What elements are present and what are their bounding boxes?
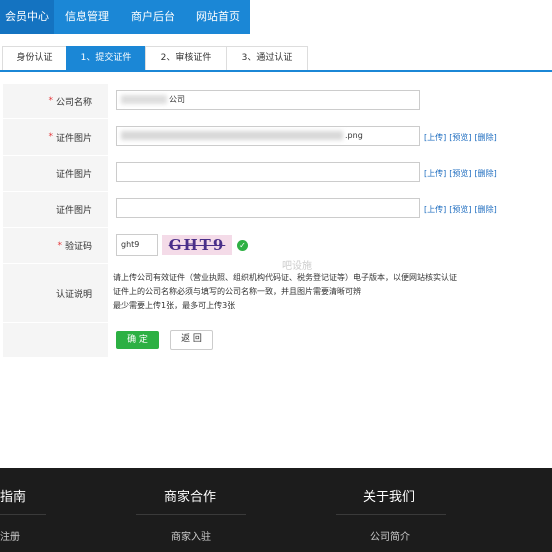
company-name-input[interactable]: 公司: [116, 90, 420, 110]
nav-member-center[interactable]: 会员中心: [0, 0, 54, 34]
cert-image-actions-3: [上传] [预览] [删除]: [424, 204, 500, 215]
nav-website-home[interactable]: 网站首页: [186, 0, 250, 34]
delete-link[interactable]: [删除]: [475, 169, 497, 178]
footer-divider: [0, 514, 46, 515]
footer-col-about-title: 关于我们: [363, 490, 416, 505]
company-name-label: * 公司名称: [3, 84, 108, 118]
required-mark: *: [48, 132, 53, 142]
upload-link[interactable]: [上传]: [424, 205, 446, 214]
description-line: 证件上的公司名称必须与填写的公司名称一致，并且图片需要清晰可辨: [113, 287, 361, 296]
nav-info-management[interactable]: 信息管理: [54, 0, 120, 34]
redacted-filename: [121, 131, 343, 140]
check-circle-icon: ✓: [237, 240, 248, 251]
preview-link[interactable]: [预览]: [449, 169, 471, 178]
description-line: 最少需要上传1张，最多可上传3张: [113, 301, 236, 310]
submit-button[interactable]: 确 定: [116, 331, 159, 349]
footer-divider: [136, 514, 246, 515]
watermark-text: 吧设施: [282, 261, 312, 272]
delete-link[interactable]: [删除]: [475, 133, 497, 142]
tab-identity-auth[interactable]: 身份认证: [2, 46, 67, 70]
nav-merchant-backend[interactable]: 商户后台: [120, 0, 186, 34]
cert-image-input-3[interactable]: [116, 198, 420, 218]
captcha-image[interactable]: GHT9: [162, 235, 232, 255]
actions-row: [3, 323, 549, 358]
tab-submit-docs[interactable]: 1、提交证件: [66, 46, 146, 70]
cert-image-actions-1: [上传] [预览] [删除]: [424, 132, 500, 143]
captcha-row: * 验证码: [3, 228, 549, 264]
description-label: 认证说明: [3, 264, 108, 322]
footer-link-company-intro[interactable]: 公司简介: [370, 528, 410, 543]
captcha-input[interactable]: ght9: [116, 234, 158, 256]
preview-link[interactable]: [预览]: [449, 133, 471, 142]
description-text: 请上传公司有效证件（营业执照、组织机构代码证、税务登记证等）电子版本，以便网站核…: [113, 271, 457, 313]
delete-link[interactable]: [删除]: [475, 205, 497, 214]
footer-col-business-title: 商家合作: [164, 490, 217, 505]
cert-image-actions-2: [上传] [预览] [删除]: [424, 168, 500, 179]
actions-label-cell: [3, 323, 108, 357]
footer-link-merchant-join[interactable]: 商家入驻: [171, 528, 211, 543]
step-tabs: 身份认证 1、提交证件 2、审核证件 3、通过认证: [0, 46, 552, 72]
footer: 指南 注册 商家合作 商家入驻 关于我们 公司简介: [0, 468, 552, 552]
cert-image-label-3: 证件图片: [3, 192, 108, 227]
upload-link[interactable]: [上传]: [424, 169, 446, 178]
top-navigation: 会员中心 信息管理 商户后台 网站首页: [0, 0, 552, 34]
tab-review-docs[interactable]: 2、审核证件: [145, 46, 227, 70]
required-mark: *: [48, 96, 53, 106]
footer-col-guide-title: 指南: [0, 490, 27, 505]
preview-link[interactable]: [预览]: [449, 205, 471, 214]
captcha-label: * 验证码: [3, 228, 108, 263]
description-line: 请上传公司有效证件（营业执照、组织机构代码证、税务登记证等）电子版本，以便网站核…: [113, 273, 457, 282]
footer-divider: [336, 514, 446, 515]
cert-image-label-1: * 证件图片: [3, 119, 108, 155]
upload-link[interactable]: [上传]: [424, 133, 446, 142]
redacted-text: [121, 95, 167, 104]
footer-link-register[interactable]: 注册: [0, 528, 20, 543]
back-button[interactable]: 返 回: [170, 330, 213, 350]
cert-image-input-2[interactable]: [116, 162, 420, 182]
tab-pass-auth[interactable]: 3、通过认证: [226, 46, 308, 70]
cert-image-label-2: 证件图片: [3, 156, 108, 191]
required-mark: *: [57, 240, 62, 251]
cert-image-input-1[interactable]: .png: [116, 126, 420, 146]
